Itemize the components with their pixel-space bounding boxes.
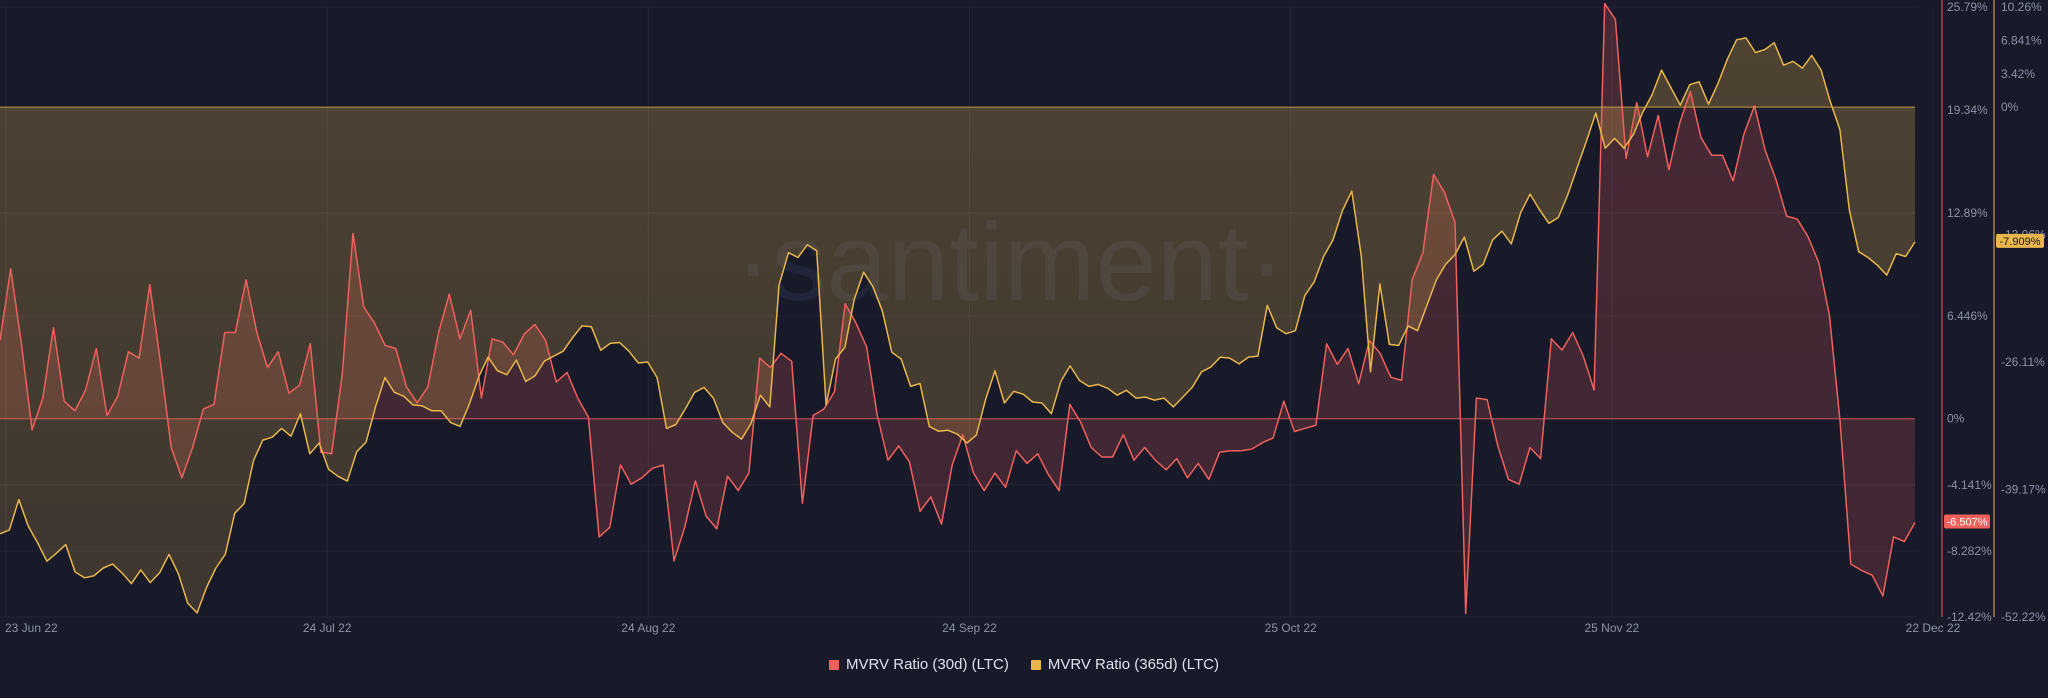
- right-axis-tick-0: 10.26%: [2001, 0, 2042, 14]
- x-axis-tick-5: 25 Nov 22: [1584, 621, 1639, 635]
- legend-label-365d: MVRV Ratio (365d) (LTC): [1047, 656, 1219, 673]
- right-axis-tick-7: -52.22%: [2001, 610, 2046, 624]
- right-axis-tick-3: 0%: [2001, 100, 2019, 114]
- legend-label-30d: MVRV Ratio (30d) (LTC): [846, 656, 1009, 673]
- left-axis-tick-5: -4.141%: [1947, 478, 1992, 492]
- right-axis-tick-6: -39.17%: [2001, 483, 2046, 497]
- legend: MVRV Ratio (30d) (LTC) MVRV Ratio (365d)…: [0, 656, 2048, 673]
- last-value-badge-365d: -7.909%: [1996, 233, 2044, 248]
- svg-text:-6.507%: -6.507%: [1947, 516, 1988, 528]
- right-axis-tick-5: -26.11%: [2001, 355, 2045, 369]
- legend-swatch-30d: [829, 659, 839, 670]
- legend-swatch-365d: [1030, 659, 1041, 670]
- x-axis-tick-4: 25 Oct 22: [1265, 621, 1317, 635]
- left-axis-tick-3: 6.446%: [1947, 309, 1988, 323]
- left-axis-tick-2: 12.89%: [1947, 206, 1988, 220]
- x-axis-tick-0: 23 Jun 22: [5, 621, 58, 635]
- left-axis-tick-6: -8.282%: [1947, 544, 1992, 558]
- left-axis-tick-0: 25.79%: [1947, 0, 1988, 14]
- mvrv-chart: ·santiment· 25.79%19.34%12.89%6.446%0%-4…: [0, 0, 2046, 635]
- left-axis-tick-4: 0%: [1947, 412, 1965, 426]
- series-areas: [0, 3, 1915, 614]
- right-axis-tick-2: 3.42%: [2001, 67, 2035, 81]
- x-axis-tick-1: 24 Jul 22: [303, 621, 352, 635]
- x-axis-tick-6: 22 Dec 22: [1906, 621, 1961, 635]
- right-axis-tick-1: 6.841%: [2001, 33, 2042, 47]
- x-axis-tick-2: 24 Aug 22: [621, 621, 675, 635]
- chart-stage: ·santiment· 25.79%19.34%12.89%6.446%0%-4…: [0, 0, 2048, 693]
- x-axis-tick-3: 24 Sep 22: [942, 621, 997, 635]
- last-value-badge-30d: -6.507%: [1944, 514, 1990, 529]
- legend-item-mvrv-365d[interactable]: MVRV Ratio (365d) (LTC): [1030, 656, 1219, 673]
- legend-item-mvrv-30d[interactable]: MVRV Ratio (30d) (LTC): [829, 656, 1009, 673]
- left-axis-tick-1: 19.34%: [1947, 103, 1988, 117]
- svg-text:-7.909%: -7.909%: [2000, 236, 2041, 248]
